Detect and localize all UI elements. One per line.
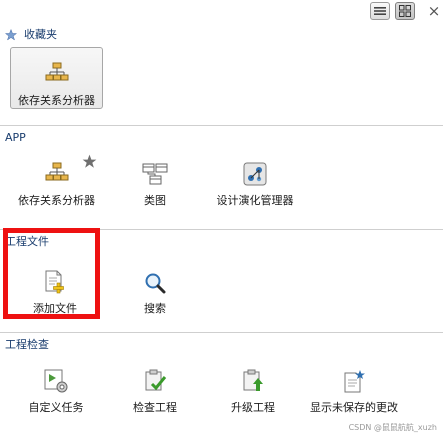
toolbar: × <box>0 0 443 26</box>
item-label: 依存关系分析器 <box>18 94 95 107</box>
project-check-section: 工程检查 自定义任务 检查工程 升级工程 显示未保存的更改 CSDN @鼠鼠航航… <box>0 337 443 437</box>
watermark: CSDN @鼠鼠航航_xuzh <box>348 423 437 432</box>
item-label: 自定义任务 <box>28 401 84 414</box>
divider <box>0 125 443 126</box>
check-project-icon <box>143 361 167 393</box>
grid-view-button[interactable] <box>395 2 415 20</box>
search-icon <box>144 262 166 294</box>
favorite-item-dependency-analyzer[interactable]: 依存关系分析器 <box>10 47 103 109</box>
item-label: 设计演化管理器 <box>216 194 294 207</box>
item-label: 检查工程 <box>133 401 177 414</box>
section-title-project-check: 工程检查 <box>5 338 49 351</box>
design-evolution-icon <box>243 154 267 186</box>
project-check-item-upgrade-project[interactable]: 升级工程 <box>208 361 298 417</box>
favorites-star-icon <box>5 29 17 41</box>
unsaved-changes-icon <box>342 361 366 393</box>
project-check-item-check-project[interactable]: 检查工程 <box>115 361 195 417</box>
favorite-star-icon[interactable] <box>82 154 97 169</box>
annotation-highlight-box <box>3 228 100 319</box>
project-check-item-show-unsaved-changes[interactable]: 显示未保存的更改 <box>303 361 405 417</box>
grid-view-icon <box>399 5 411 17</box>
custom-task-icon <box>43 361 69 393</box>
project-check-item-custom-task[interactable]: 自定义任务 <box>10 361 102 417</box>
class-diagram-icon <box>142 154 168 186</box>
item-label: 依存关系分析器 <box>18 194 95 207</box>
favorites-section: 收藏夹 依存关系分析器 <box>0 27 443 123</box>
app-item-class-diagram[interactable]: 类图 <box>115 154 195 210</box>
app-item-design-evolution-manager[interactable]: 设计演化管理器 <box>205 154 305 210</box>
upgrade-project-icon <box>241 361 265 393</box>
list-view-icon <box>374 7 386 15</box>
item-label: 类图 <box>144 194 166 207</box>
item-label: 升级工程 <box>231 401 275 414</box>
dependency-tree-icon <box>45 154 69 186</box>
app-section: APP 依存关系分析器 类图 设计演化管理器 <box>0 130 443 226</box>
project-files-item-search[interactable]: 搜索 <box>115 262 195 318</box>
item-label: 搜索 <box>144 302 166 315</box>
close-button[interactable]: × <box>426 1 442 21</box>
list-view-button[interactable] <box>370 2 390 20</box>
section-title-favorites: 收藏夹 <box>24 28 57 41</box>
dependency-tree-icon <box>45 56 69 86</box>
section-title-app: APP <box>5 131 26 144</box>
divider <box>0 332 443 333</box>
item-label: 显示未保存的更改 <box>310 401 398 414</box>
